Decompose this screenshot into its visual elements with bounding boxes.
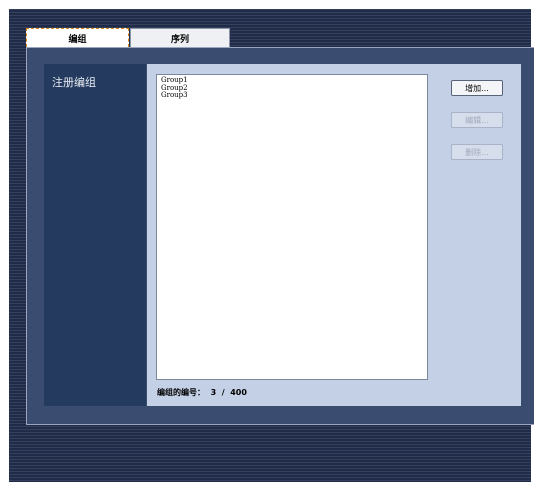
add-button[interactable]: 增加... bbox=[451, 80, 503, 96]
list-item[interactable]: Group1 bbox=[161, 76, 423, 85]
left-column: 注册编组 bbox=[44, 64, 146, 406]
group-count: 编组的编号： 3 / 400 bbox=[157, 387, 247, 398]
list-item[interactable]: Group2 bbox=[161, 84, 423, 93]
group-listbox[interactable]: Group1 Group2 Group3 bbox=[156, 74, 428, 380]
section-title: 注册编组 bbox=[52, 76, 96, 89]
edit-button[interactable]: 编辑... bbox=[451, 112, 503, 128]
group-count-value: 3 / 400 bbox=[210, 388, 247, 397]
tab-groups[interactable]: 编组 bbox=[26, 28, 129, 47]
group-count-label: 编组的编号： bbox=[157, 388, 205, 397]
tab-sequence[interactable]: 序列 bbox=[130, 28, 230, 47]
content-area: Group1 Group2 Group3 编组的编号： 3 / 400 增加..… bbox=[147, 64, 521, 406]
list-item[interactable]: Group3 bbox=[161, 91, 423, 100]
delete-button[interactable]: 删除... bbox=[451, 144, 503, 160]
main-panel: 注册编组 Group1 Group2 Group3 编组的编号： 3 / 400… bbox=[26, 47, 534, 425]
app-window: 编组 序列 注册编组 Group1 Group2 Group3 编组的编号： 3… bbox=[9, 9, 534, 482]
